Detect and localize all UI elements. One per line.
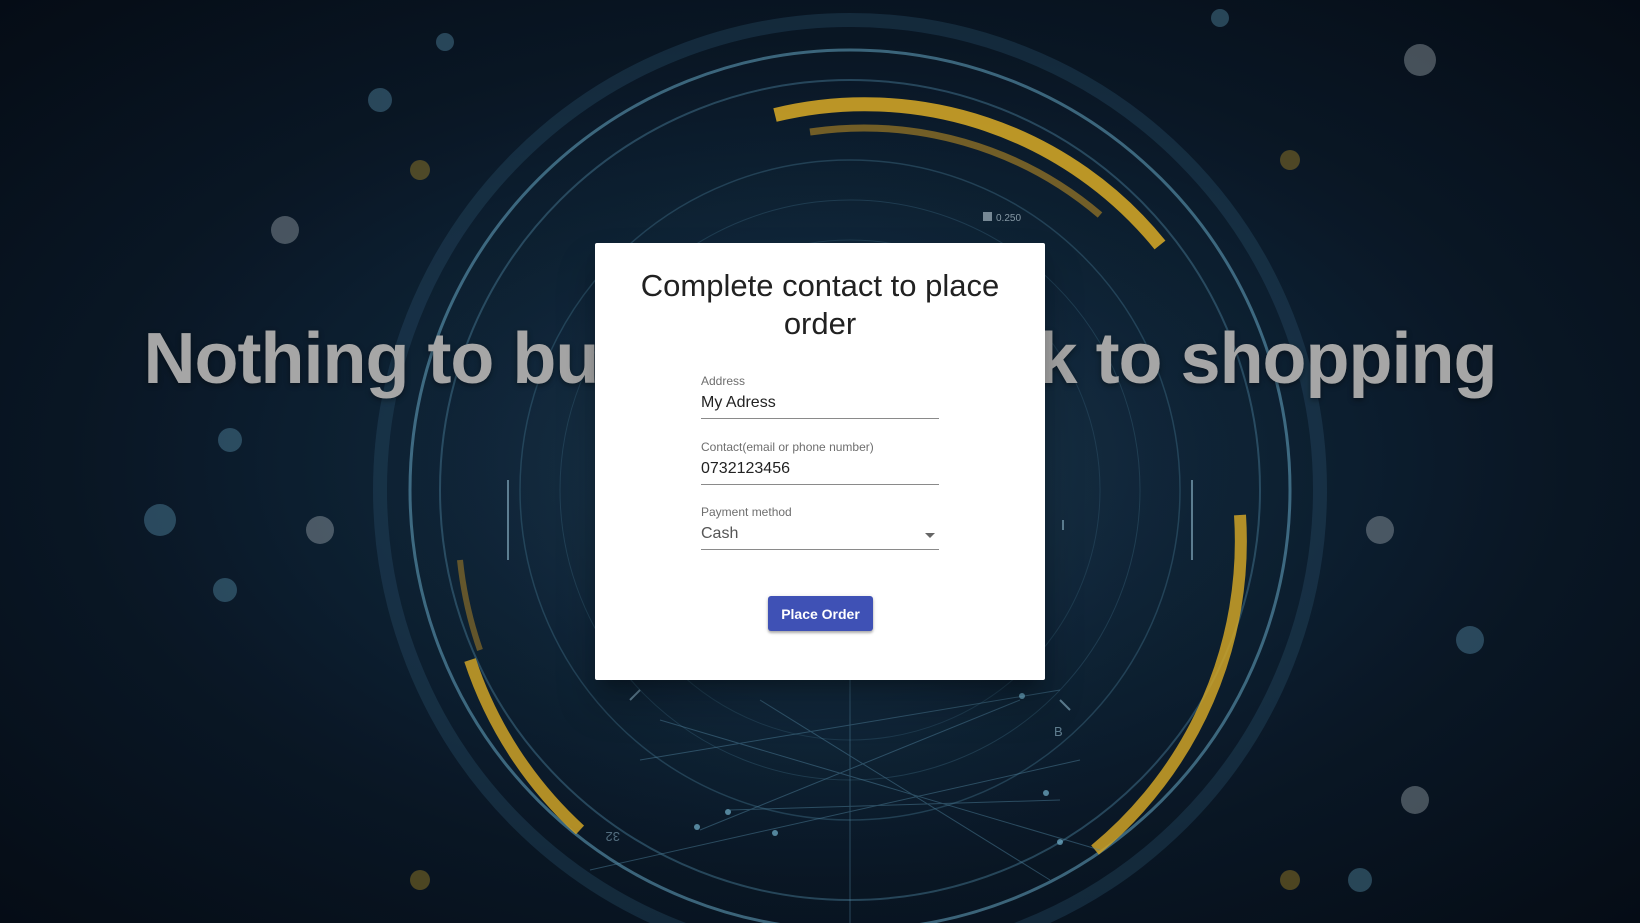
payment-method-select[interactable]: Cash — [701, 520, 939, 550]
dialog-title: Complete contact to place order — [640, 268, 1000, 341]
order-contact-dialog: Complete contact to place order Address … — [595, 243, 1045, 680]
contact-input[interactable] — [701, 455, 939, 485]
contact-label: Contact(email or phone number) — [701, 440, 874, 454]
dropdown-arrow-icon — [925, 533, 935, 538]
address-label: Address — [701, 374, 746, 388]
contact-field: Contact(email or phone number) — [701, 440, 939, 485]
payment-method-value: Cash — [701, 525, 739, 542]
address-input[interactable] — [701, 389, 939, 419]
payment-method-label: Payment method — [701, 505, 792, 519]
payment-method-field: Payment method Cash — [701, 505, 939, 550]
place-order-button[interactable]: Place Order — [768, 596, 873, 631]
address-field: Address — [701, 374, 939, 419]
